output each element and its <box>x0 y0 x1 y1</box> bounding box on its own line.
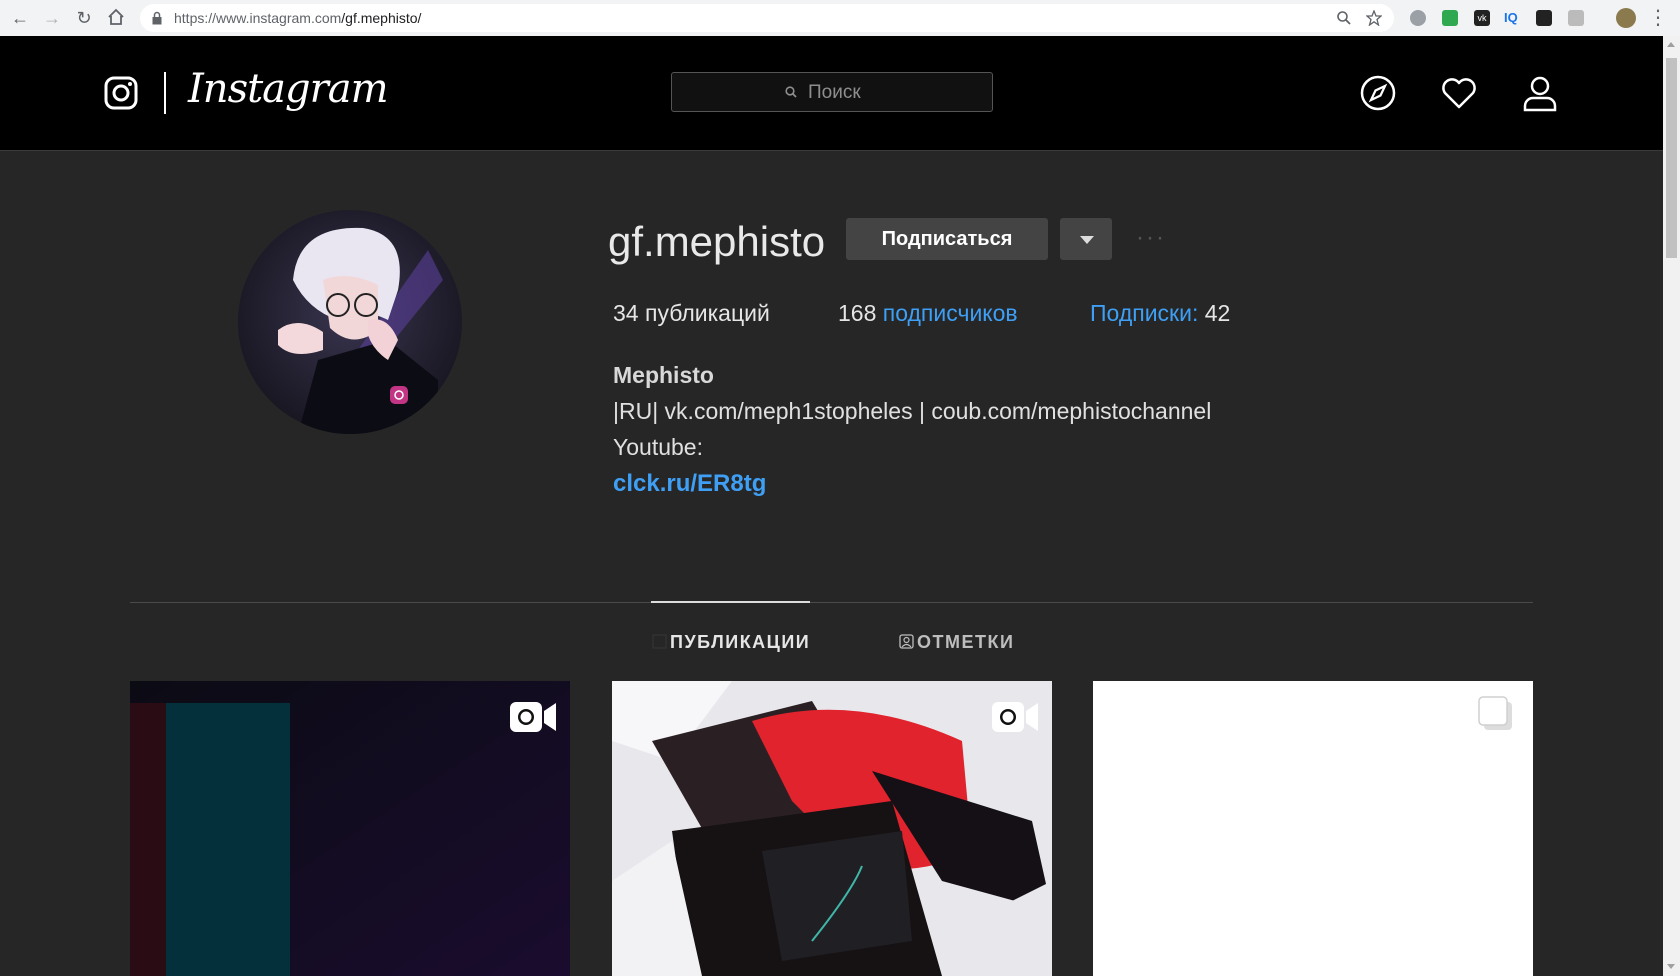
forward-icon[interactable]: → <box>42 8 62 28</box>
zoom-icon[interactable] <box>1336 10 1352 26</box>
extension-icon[interactable] <box>1568 10 1584 26</box>
tab-posts[interactable]: ПУБЛИКАЦИИ <box>652 632 810 653</box>
carousel-icon <box>1478 696 1512 730</box>
reload-icon[interactable]: ↻ <box>74 8 94 28</box>
posts-label: публикаций <box>644 300 770 326</box>
search-input[interactable]: Поиск <box>671 72 993 112</box>
scrollbar[interactable] <box>1663 36 1680 976</box>
followers-stat[interactable]: 168 подписчиков <box>838 300 1018 327</box>
profile-avatar[interactable] <box>238 210 462 434</box>
follow-button[interactable]: Подписаться <box>846 218 1048 260</box>
posts-stat: 34 публикаций <box>613 300 770 327</box>
tagged-person-icon <box>899 634 914 649</box>
bio-link[interactable]: clck.ru/ER8tg <box>613 470 766 498</box>
bio-line: Youtube: <box>613 434 703 460</box>
instagram-camera-icon[interactable] <box>104 76 138 110</box>
profile-avatar-icon[interactable] <box>1616 8 1636 28</box>
scroll-down-icon[interactable] <box>1667 964 1675 969</box>
browser-toolbar: ← → ↻ https://www.instagram.com/gf.mephi… <box>0 0 1680 37</box>
suggestions-dropdown-button[interactable] <box>1060 218 1112 260</box>
following-count: 42 <box>1204 300 1231 326</box>
more-options-icon[interactable]: ··· <box>1136 224 1166 252</box>
tab-posts-label: ПУБЛИКАЦИИ <box>670 632 811 652</box>
search-placeholder: Поиск <box>808 82 861 103</box>
post-image <box>612 681 1052 976</box>
post-thumbnail[interactable] <box>130 681 570 976</box>
followers-count: 168 <box>838 300 877 326</box>
logo-divider <box>164 72 166 114</box>
dark-extension-icon[interactable] <box>1536 10 1552 26</box>
followers-link[interactable]: подписчиков <box>883 300 1018 326</box>
tab-tagged-label: ОТМЕТКИ <box>917 632 1015 652</box>
iq-extension-icon[interactable]: IQ <box>1504 10 1520 26</box>
heart-icon[interactable] <box>1440 74 1478 112</box>
instagram-logo[interactable]: Instagram <box>188 66 389 112</box>
tabs-divider <box>130 602 1533 603</box>
scrollbar-thumb[interactable] <box>1666 58 1677 258</box>
grid-icon <box>652 634 667 649</box>
posts-count: 34 <box>613 300 639 326</box>
url-text: https://www.instagram.com/gf.mephisto/ <box>174 10 422 26</box>
adblock-extension-icon[interactable] <box>1442 10 1458 26</box>
instagram-header: Instagram Поиск <box>0 36 1663 151</box>
post-image <box>130 681 570 976</box>
menu-dots-icon[interactable]: ⋮ <box>1648 8 1668 28</box>
scroll-up-icon[interactable] <box>1667 42 1675 47</box>
tab-tagged[interactable]: ОТМЕТКИ <box>899 632 1014 653</box>
lock-icon <box>152 11 162 25</box>
address-bar[interactable]: https://www.instagram.com/gf.mephisto/ <box>140 4 1394 32</box>
search-icon <box>785 86 797 98</box>
home-icon[interactable] <box>106 8 126 28</box>
avatar-illustration <box>238 210 462 434</box>
explore-compass-icon[interactable] <box>1359 74 1397 112</box>
video-icon <box>510 702 556 732</box>
bookmark-star-icon[interactable] <box>1366 10 1382 26</box>
shield-extension-icon[interactable] <box>1410 10 1426 26</box>
following-stat[interactable]: Подписки: 42 <box>1090 300 1230 327</box>
active-tab-indicator <box>651 601 810 603</box>
profile-user-icon[interactable] <box>1521 74 1559 112</box>
post-thumbnail[interactable] <box>1093 681 1533 976</box>
back-icon[interactable]: ← <box>10 8 30 28</box>
profile-full-name: Mephisto <box>613 362 714 388</box>
post-thumbnail[interactable] <box>612 681 1052 976</box>
profile-username: gf.mephisto <box>608 218 826 265</box>
vk-extension-icon[interactable]: vk <box>1474 10 1490 26</box>
bio-line: |RU| vk.com/meph1stopheles | coub.com/me… <box>613 398 1212 424</box>
following-link[interactable]: Подписки: <box>1090 300 1198 326</box>
video-icon <box>992 702 1038 732</box>
